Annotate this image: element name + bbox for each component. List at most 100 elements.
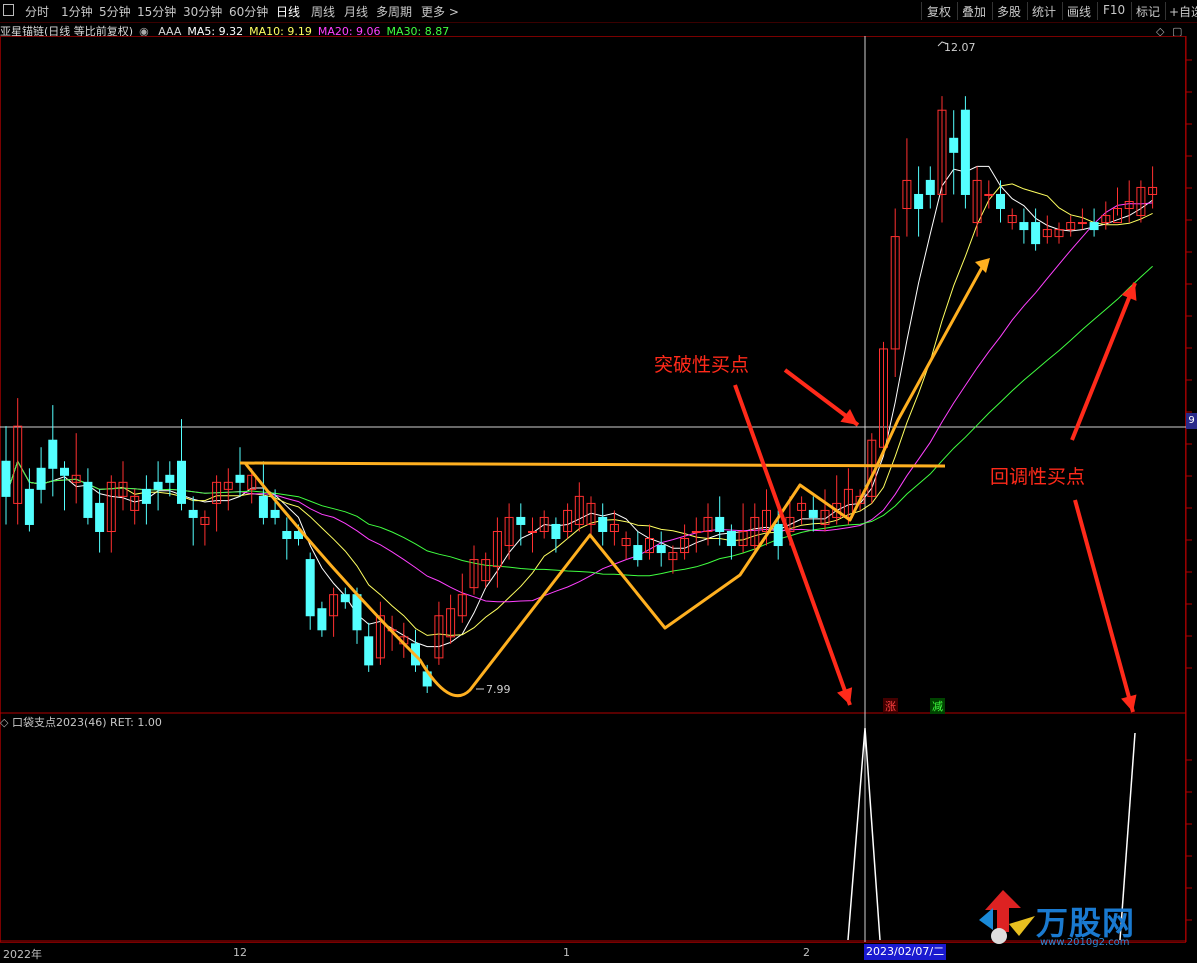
candle-body xyxy=(165,474,175,483)
watermark-url: www.2010g2.com xyxy=(1040,937,1130,948)
divider xyxy=(1027,2,1028,20)
candle-body xyxy=(270,509,280,518)
period-tab-60min[interactable]: 60分钟 xyxy=(229,3,268,20)
candle-body xyxy=(516,516,526,525)
candle-body xyxy=(364,636,374,666)
candle-body xyxy=(305,559,315,617)
divider xyxy=(992,2,993,20)
chart-icon[interactable] xyxy=(3,4,14,16)
low-price-label: 7.99 xyxy=(486,683,511,696)
period-tab-1min[interactable]: 1分钟 xyxy=(61,3,93,20)
sub-indicator-name: 口袋支点2023(46) xyxy=(11,716,107,729)
toolbar-draw-button[interactable]: 画线 xyxy=(1067,3,1091,20)
period-tab-monthly[interactable]: 月线 xyxy=(344,3,368,20)
candle-body xyxy=(317,608,327,631)
candle-body xyxy=(633,545,643,561)
sub-indicator-legend: ◇ 口袋支点2023(46) RET: 1.00 xyxy=(0,714,162,730)
price-axis-tag: 9 xyxy=(1186,413,1197,429)
down-badge: 减 xyxy=(930,698,945,714)
candle-body xyxy=(235,474,245,483)
candle-body xyxy=(726,530,736,547)
x-axis-feb: 2 xyxy=(803,946,810,959)
candle-body xyxy=(258,495,268,518)
candle-body xyxy=(960,109,970,195)
breakout-buy-label: 突破性买点 xyxy=(654,354,750,376)
candle-body xyxy=(715,516,725,532)
period-toolbar: 分时 1分钟 5分钟 15分钟 30分钟 60分钟 日线 周线 月线 多周期 更… xyxy=(0,0,1197,23)
candle-body xyxy=(60,467,69,476)
candle-body xyxy=(177,460,186,504)
divider xyxy=(1062,2,1063,20)
candle-body xyxy=(528,530,537,533)
candle-body xyxy=(340,594,350,603)
collapse-chevron-icon[interactable]: ◇ xyxy=(0,716,8,729)
candle-body xyxy=(949,137,959,153)
sub-indicator-ret: RET: 1.00 xyxy=(110,716,162,729)
candle-body xyxy=(773,523,783,547)
period-tab-more[interactable]: 更多 > xyxy=(421,3,459,20)
candle-body xyxy=(141,488,151,504)
period-tab-5min[interactable]: 5分钟 xyxy=(99,3,131,20)
toolbar-f10-button[interactable]: F10 xyxy=(1103,3,1125,17)
divider xyxy=(1131,2,1132,20)
cursor-date-tag: 2023/02/07/二 xyxy=(864,944,947,960)
annotation-arrow xyxy=(1073,499,1135,713)
candle-body xyxy=(282,530,292,540)
more-label: 更多 xyxy=(421,5,446,19)
candle-body xyxy=(551,523,561,540)
toolbar-overlay-button[interactable]: 叠加 xyxy=(962,3,986,20)
candle-body xyxy=(691,530,701,533)
candle-body xyxy=(1019,222,1029,231)
candle-body xyxy=(95,502,105,532)
x-axis-jan: 1 xyxy=(563,946,570,959)
candle-body xyxy=(48,439,58,469)
period-tab-15min[interactable]: 15分钟 xyxy=(137,3,176,20)
resistance-line xyxy=(239,461,946,468)
x-axis-year: 2022年 xyxy=(3,948,42,961)
divider xyxy=(1165,2,1166,20)
candle-body xyxy=(188,509,198,518)
toolbar-fuquan-button[interactable]: 复权 xyxy=(927,3,951,20)
candle-body xyxy=(808,509,818,518)
divider xyxy=(921,2,922,20)
pattern-arrow-head xyxy=(975,258,990,273)
x-axis-dec: 12 xyxy=(233,946,247,959)
candle-body xyxy=(83,481,93,518)
candle-body xyxy=(153,481,163,490)
period-tab-fenshi[interactable]: 分时 xyxy=(25,3,49,20)
candle-body xyxy=(598,516,608,532)
period-tab-daily[interactable]: 日线 xyxy=(276,3,300,20)
candle-body xyxy=(996,193,1005,210)
high-price-label: 12.07 xyxy=(944,41,976,54)
candle-body xyxy=(36,467,46,490)
candle-body xyxy=(24,488,34,525)
period-tab-weekly[interactable]: 周线 xyxy=(311,3,335,20)
candle-body xyxy=(352,594,362,631)
candle-body xyxy=(1077,222,1087,225)
candle-body xyxy=(1089,222,1099,231)
chevron-right-icon: > xyxy=(448,5,459,19)
divider xyxy=(957,2,958,20)
ma10-line xyxy=(5,183,1153,636)
period-tab-multi[interactable]: 多周期 xyxy=(376,3,412,20)
divider xyxy=(1097,2,1098,20)
toolbar-stats-button[interactable]: 统计 xyxy=(1032,3,1056,20)
candle-body xyxy=(1,460,11,497)
candle-body xyxy=(925,179,935,195)
candle-body xyxy=(656,545,666,554)
logo-icon xyxy=(979,890,1035,944)
candle-body xyxy=(1031,222,1041,245)
pullback-buy-label: 回调性买点 xyxy=(990,466,1086,488)
toolbar-mark-button[interactable]: 标记 xyxy=(1136,3,1160,20)
up-badge: 涨 xyxy=(883,698,898,714)
candle-body xyxy=(914,193,924,210)
toolbar-watchlist-button[interactable]: +自选 xyxy=(1169,3,1197,20)
candlestick-chart[interactable]: 12.07 7.99 xyxy=(0,36,1197,946)
annotation-arrow xyxy=(1070,282,1137,441)
toolbar-multistock-button[interactable]: 多股 xyxy=(997,3,1021,20)
candle-body xyxy=(984,193,994,196)
signal-spike-1 xyxy=(847,727,881,941)
annotation-arrow xyxy=(733,384,852,706)
period-tab-30min[interactable]: 30分钟 xyxy=(183,3,222,20)
ma5-line xyxy=(5,165,1153,648)
